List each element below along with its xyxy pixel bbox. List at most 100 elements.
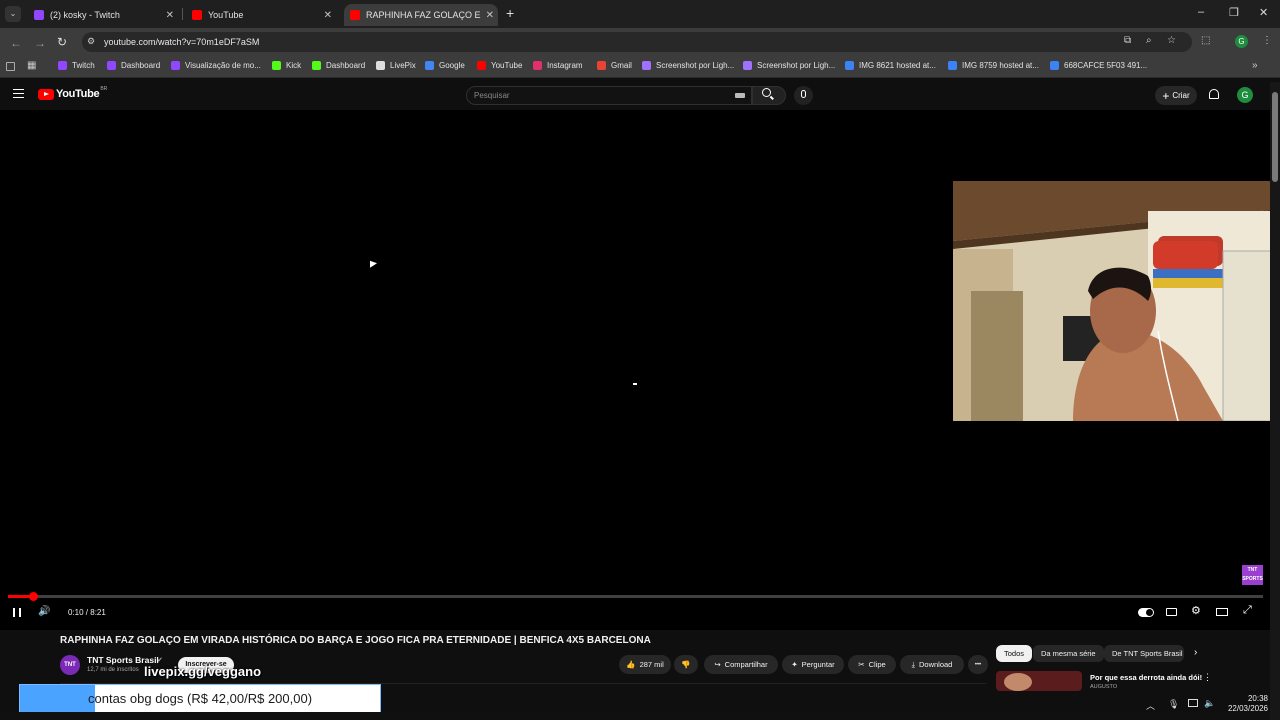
bookmark-favicon-icon (597, 61, 606, 70)
verified-icon: ✔ (157, 657, 163, 664)
subtitles-icon[interactable] (1166, 608, 1177, 616)
tab-twitch[interactable]: (2) kosky - Twitch ✕ (28, 4, 178, 26)
bookmark-item[interactable]: Instagram (533, 61, 583, 70)
more-actions-button[interactable]: ••• (968, 655, 988, 674)
volume-icon[interactable]: 🔊 (38, 606, 50, 617)
donation-goal-text: contas obg dogs (R$ 42,00/R$ 200,00) (88, 691, 313, 706)
restore-button[interactable]: ❐ (1229, 6, 1239, 19)
reload-icon[interactable]: ↻ (57, 35, 67, 49)
close-icon[interactable]: ✕ (166, 10, 174, 21)
close-window-button[interactable]: ✕ (1259, 6, 1268, 19)
thumbs-up-icon: 👍 (626, 660, 636, 669)
keyboard-icon[interactable] (735, 93, 745, 98)
autoplay-toggle[interactable] (1138, 608, 1154, 617)
forward-icon[interactable]: → (34, 36, 46, 50)
scrollbar-thumb[interactable] (1272, 92, 1278, 182)
download-icon: ⤓ (911, 659, 915, 669)
download-button[interactable]: ⤓ Download (900, 655, 964, 674)
tab-youtube[interactable]: YouTube ✕ (186, 4, 336, 26)
like-count: 287 mil (639, 660, 664, 669)
dislike-button[interactable]: 👎 (674, 655, 698, 674)
site-info-icon[interactable]: ⚙ (87, 36, 95, 47)
bookmark-favicon-icon (845, 61, 854, 70)
profile-avatar[interactable]: G (1235, 35, 1248, 48)
clip-button[interactable]: ✂ Clipe (848, 655, 896, 674)
install-app-icon[interactable]: ⧉ (1124, 35, 1131, 46)
chevron-right-icon[interactable]: › (1194, 647, 1197, 658)
tray-chevron-icon[interactable]: ︿ (1146, 699, 1155, 712)
url-text[interactable]: youtube.com/watch?v=70m1eDF7aSM (104, 37, 259, 47)
bookmark-item[interactable]: Dashboard (312, 61, 365, 70)
chip-all[interactable]: Todos (996, 645, 1033, 662)
fullscreen-icon[interactable]: ⤢ (1243, 604, 1252, 617)
bookmark-favicon-icon (948, 61, 957, 70)
create-button[interactable]: + Criar (1155, 86, 1197, 105)
apps-icon[interactable] (6, 62, 15, 71)
progress-scrubber[interactable] (29, 592, 38, 601)
youtube-icon (192, 10, 202, 20)
grid-icon[interactable]: ▦ (27, 60, 36, 71)
settings-gear-icon[interactable]: ⚙ (1191, 604, 1201, 617)
back-icon[interactable]: ← (10, 36, 22, 50)
thumbs-down-icon: 👎 (681, 660, 691, 669)
bookmark-label: LivePix (390, 61, 416, 70)
donation-goal-progress (20, 685, 95, 713)
new-tab-button[interactable]: + (506, 5, 514, 21)
channel-avatar[interactable]: TNT (60, 655, 80, 675)
recommendation-menu-icon[interactable]: ⋮ (1203, 672, 1212, 683)
bookmark-item[interactable]: Screenshot por Ligh... (642, 61, 734, 70)
theater-mode-icon[interactable] (1216, 608, 1228, 616)
youtube-logo[interactable]: YouTube BR (38, 86, 108, 100)
bookmark-item[interactable]: IMG 8621 hosted at... (845, 61, 936, 70)
minimize-button[interactable]: – (1198, 6, 1204, 18)
tab-search-button[interactable]: ⌄ (5, 6, 21, 22)
share-button[interactable]: ↪ Compartilhar (704, 655, 778, 674)
chip-from-channel[interactable]: De TNT Sports Brasil (1104, 645, 1184, 662)
region-code: BR (100, 86, 108, 92)
bookmark-favicon-icon (1050, 61, 1059, 70)
network-icon[interactable] (1188, 699, 1198, 707)
close-icon[interactable]: ✕ (486, 10, 494, 21)
recommendation-title[interactable]: Por que essa derrota ainda dói! (1090, 673, 1202, 682)
download-label: Download (918, 660, 953, 669)
bookmark-item[interactable]: Screenshot por Ligh... (743, 61, 835, 70)
clip-label: Clipe (868, 660, 886, 669)
bookmark-favicon-icon (107, 61, 116, 70)
hamburger-menu-icon[interactable] (13, 89, 24, 98)
pause-icon[interactable] (13, 608, 21, 617)
bookmark-item[interactable]: Google (425, 61, 465, 70)
ask-button[interactable]: ✦ Perguntar (782, 655, 844, 674)
subscriber-count: 12,7 mi de inscritos (87, 667, 139, 673)
user-avatar[interactable]: G (1237, 87, 1253, 103)
bookmark-label: Screenshot por Ligh... (656, 61, 735, 70)
tab-video-active[interactable]: RAPHINHA FAZ GOLAÇO EM V ✕ (344, 4, 498, 26)
bookmark-item[interactable]: Twitch (58, 61, 95, 70)
volume-tray-icon[interactable]: 🔈 (1204, 698, 1215, 709)
zoom-icon[interactable]: ⌕ (1146, 35, 1152, 46)
progress-bar[interactable] (8, 595, 1263, 598)
bookmark-item[interactable]: LivePix (376, 61, 416, 70)
scissors-icon: ✂ (858, 660, 865, 669)
clock[interactable]: 20:38 22/03/2026 (1226, 694, 1268, 714)
microphone-tray-icon[interactable]: 🎙 (1168, 699, 1179, 710)
like-button[interactable]: 👍 287 mil (619, 655, 671, 674)
bookmark-item[interactable]: Visualização de mo... (171, 61, 261, 70)
bookmark-item[interactable]: Dashboard (107, 61, 160, 70)
bookmark-item[interactable]: YouTube (477, 61, 522, 70)
notifications-bell-icon[interactable] (1209, 89, 1219, 99)
menu-kebab-icon[interactable]: ⋮ (1262, 35, 1272, 46)
bookmark-star-icon[interactable]: ☆ (1167, 35, 1176, 46)
close-icon[interactable]: ✕ (324, 10, 332, 21)
ask-label: Perguntar (801, 660, 835, 669)
bookmark-favicon-icon (533, 61, 542, 70)
create-label: Criar (1172, 91, 1190, 100)
bookmark-item[interactable]: 668CAFCE 5F03 491... (1050, 61, 1147, 70)
bookmark-item[interactable]: IMG 8759 hosted at... (948, 61, 1039, 70)
chip-same-series[interactable]: Da mesma série (1033, 645, 1104, 662)
recommendation-thumbnail[interactable] (996, 671, 1082, 691)
bookmark-item[interactable]: Kick (272, 61, 301, 70)
bookmark-item[interactable]: Gmail (597, 61, 632, 70)
extensions-icon[interactable]: ⬚ (1201, 35, 1210, 46)
microphone-icon (801, 90, 806, 98)
more-bookmarks-icon[interactable]: » (1252, 60, 1258, 71)
